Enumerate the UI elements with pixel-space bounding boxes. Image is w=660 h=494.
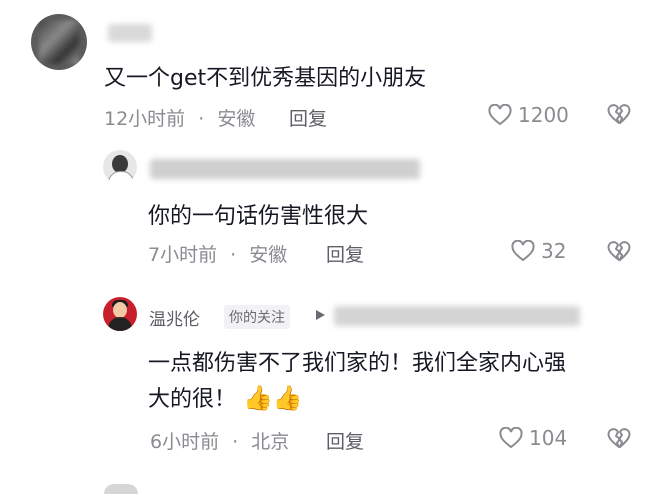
reply-name-blurred[interactable]	[150, 159, 420, 179]
play-arrow-icon	[316, 310, 325, 320]
meta-separator: ·	[230, 244, 237, 266]
reply-target-blurred[interactable]	[334, 306, 580, 326]
reply-meta: 7小时前 · 安徽	[148, 240, 287, 267]
commenter-name-blurred[interactable]	[108, 24, 152, 42]
reply-location: 安徽	[249, 244, 288, 266]
reply-author-name[interactable]: 温兆伦	[149, 305, 200, 330]
like-button[interactable]: 32	[511, 239, 566, 263]
reply-text-line2-text: 大的很！	[148, 387, 237, 412]
comment-text: 又一个get不到优秀基因的小朋友	[104, 66, 427, 91]
heart-outline-icon	[499, 427, 523, 449]
reply-button[interactable]: 回复	[326, 427, 364, 454]
like-count: 1200	[518, 103, 569, 127]
commenter-avatar[interactable]	[31, 14, 87, 70]
reply-avatar[interactable]	[103, 297, 137, 331]
broken-heart-icon[interactable]	[607, 240, 631, 262]
reply-location: 北京	[251, 431, 290, 453]
broken-heart-icon[interactable]	[607, 427, 631, 449]
reply-button[interactable]: 回复	[289, 104, 327, 131]
heart-outline-icon	[488, 104, 512, 126]
reply-text: 你的一句话伤害性很大	[148, 204, 369, 229]
like-button[interactable]: 1200	[488, 103, 569, 127]
meta-separator: ·	[198, 108, 205, 130]
reply-text-line2: 大的很！ 👍👍	[148, 381, 303, 413]
reply-meta: 6小时前 · 北京	[150, 427, 289, 454]
heart-outline-icon	[511, 240, 535, 262]
following-tag: 你的关注	[224, 305, 290, 329]
like-count: 32	[541, 239, 567, 263]
comment-location: 安徽	[217, 108, 256, 130]
thumbs-up-emojis: 👍👍	[243, 384, 303, 412]
reply-time: 7小时前	[148, 244, 218, 266]
reply-button[interactable]: 回复	[326, 240, 364, 267]
reply-text-line1: 一点都伤害不了我们家的！我们全家内心强	[148, 351, 567, 376]
comment-meta: 12小时前 · 安徽	[104, 104, 255, 131]
next-avatar-peek	[104, 484, 138, 494]
reply-avatar[interactable]	[103, 150, 137, 184]
broken-heart-icon[interactable]	[607, 103, 631, 125]
reply-time: 6小时前	[150, 431, 220, 453]
meta-separator: ·	[232, 431, 239, 453]
comment-time: 12小时前	[104, 108, 186, 130]
like-count: 104	[529, 426, 568, 450]
like-button[interactable]: 104	[499, 426, 567, 450]
